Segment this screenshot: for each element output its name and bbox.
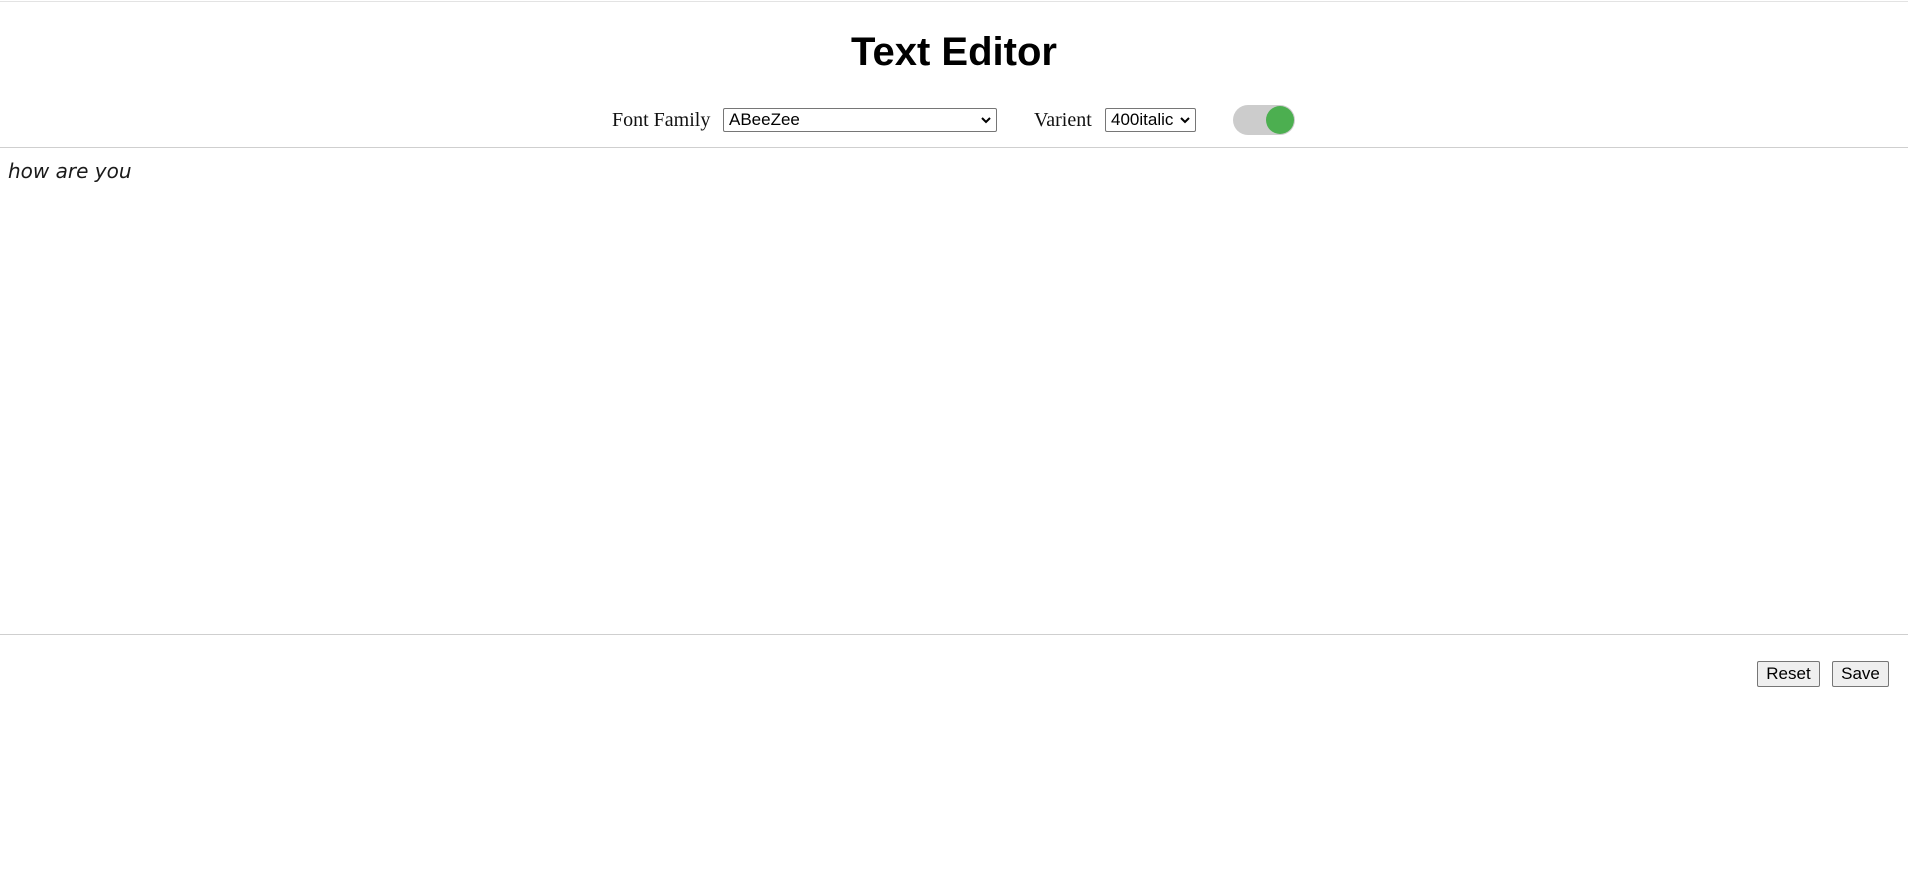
chevron-down-icon bbox=[981, 117, 991, 124]
editor-content: how are you bbox=[8, 159, 132, 183]
toggle-knob bbox=[1266, 106, 1294, 134]
font-family-selected-value: ABeeZee bbox=[729, 110, 800, 129]
editor-bottom-divider bbox=[0, 634, 1908, 635]
reset-button[interactable]: Reset bbox=[1757, 661, 1820, 687]
save-button[interactable]: Save bbox=[1832, 661, 1889, 687]
chevron-down-icon bbox=[1180, 117, 1190, 124]
text-editor-area[interactable]: how are you bbox=[0, 148, 1908, 634]
page-title: Text Editor bbox=[851, 30, 1057, 74]
toolbar: Font Family ABeeZee Varient 400italic bbox=[0, 105, 1908, 135]
font-family-label: Font Family bbox=[612, 109, 711, 131]
variant-selected-value: 400italic bbox=[1111, 110, 1174, 129]
variant-label: Varient bbox=[1034, 109, 1092, 131]
top-divider bbox=[0, 1, 1908, 2]
variant-select[interactable]: 400italic bbox=[1105, 108, 1196, 132]
toggle-switch[interactable] bbox=[1233, 105, 1295, 135]
font-family-select[interactable]: ABeeZee bbox=[723, 108, 997, 132]
